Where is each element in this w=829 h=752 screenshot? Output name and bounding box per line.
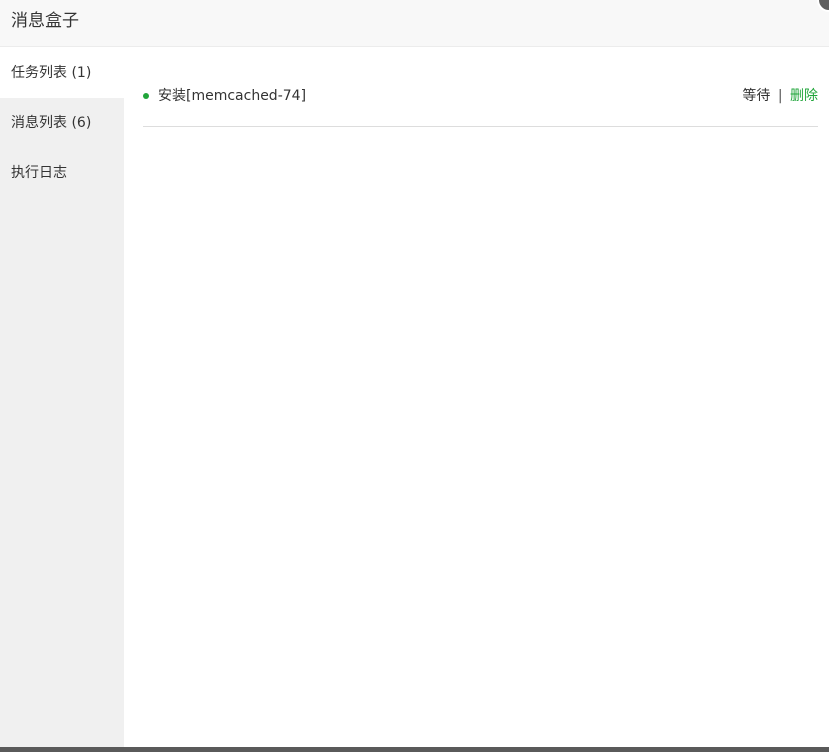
delete-task-link[interactable]: 删除 bbox=[790, 88, 818, 104]
sidebar-item-task-list[interactable]: 任务列表 (1) bbox=[0, 48, 124, 98]
task-status: 等待 bbox=[742, 88, 771, 104]
message-box-dialog: 消息盒子 任务列表 (1) 消息列表 (6) 执行日志 安装[memcached… bbox=[0, 0, 829, 747]
sidebar: 任务列表 (1) 消息列表 (6) 执行日志 bbox=[0, 48, 124, 747]
bottom-scrollbar bbox=[0, 747, 829, 752]
sidebar-item-message-list[interactable]: 消息列表 (6) bbox=[0, 98, 124, 148]
dialog-titlebar: 消息盒子 bbox=[0, 0, 829, 47]
task-name: 安装[memcached-74] bbox=[158, 88, 307, 104]
dialog-title: 消息盒子 bbox=[11, 11, 79, 31]
sidebar-item-execution-log[interactable]: 执行日志 bbox=[0, 148, 124, 198]
action-separator: | bbox=[777, 88, 783, 104]
task-actions: 等待 | 删除 bbox=[742, 86, 818, 106]
status-dot-icon bbox=[143, 93, 149, 99]
task-list-panel: 安装[memcached-74] 等待 | 删除 bbox=[124, 48, 829, 747]
task-row: 安装[memcached-74] 等待 | 删除 bbox=[143, 73, 818, 127]
